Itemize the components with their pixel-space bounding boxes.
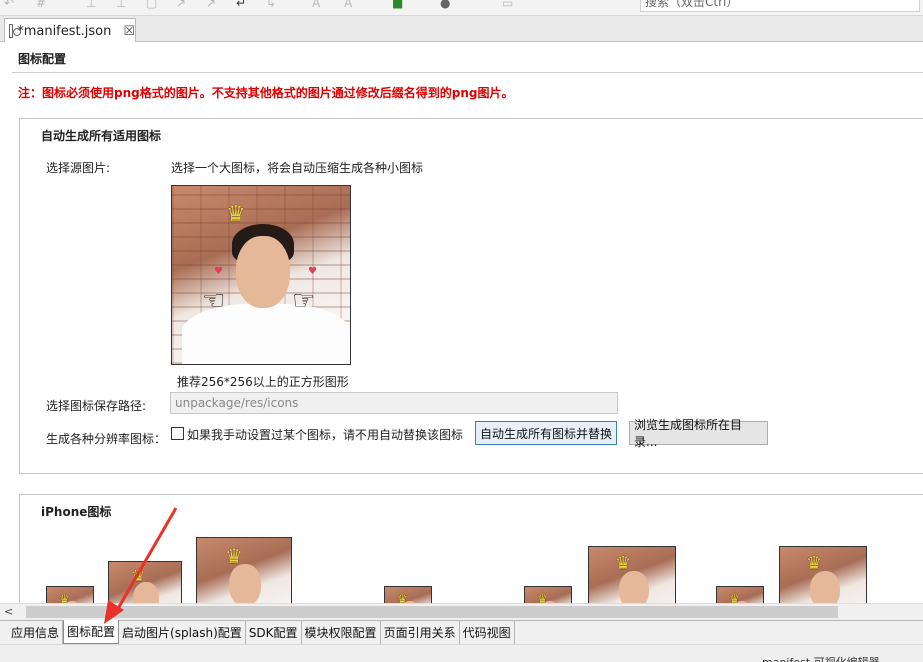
photo-face <box>619 571 649 604</box>
crown-sticker-icon: ♛ <box>806 553 823 574</box>
arrow-icon[interactable]: ↗ <box>176 0 186 10</box>
tab-code-view[interactable]: 代码视图 <box>460 621 515 644</box>
auto-generate-button[interactable]: 自动生成所有图标并替换 <box>475 421 617 445</box>
format-warning: 注：图标必须使用png格式的图片。不支持其他格式的图片通过修改后缀名得到的png… <box>18 86 514 100</box>
resolution-label: 生成各种分辨率图标： <box>46 432 167 446</box>
editor-tab-bar: *manifest.json ☒ <box>0 16 923 43</box>
export-icon[interactable]: ↳ <box>266 0 276 10</box>
crown-sticker-icon: ♛ <box>615 553 632 574</box>
import-icon[interactable]: ↵ <box>236 0 246 10</box>
comment-icon[interactable]: # <box>36 0 46 10</box>
tab-module-permissions[interactable]: 模块权限配置 <box>302 621 381 644</box>
tab-icon-config[interactable]: 图标配置 <box>63 620 120 644</box>
crown-sticker-icon: ♛ <box>225 544 243 568</box>
iphone-icon-thumb[interactable]: ♛ <box>384 586 432 604</box>
hand-sticker-icon: ☞ <box>292 286 316 316</box>
auto-generate-group: 自动生成所有适用图标 选择源图片: 选择一个大图标，将会自动压缩生成各种小图标 … <box>19 118 923 474</box>
source-image-label: 选择源图片: <box>46 161 111 175</box>
iphone-icon-thumb[interactable]: ♛ <box>46 586 94 604</box>
crown-sticker-icon: ♛ <box>226 202 246 227</box>
tab-page-references[interactable]: 页面引用关系 <box>381 621 460 644</box>
heart-sticker-icon: ♥ <box>308 266 317 277</box>
page-tab-bar: 应用信息 图标配置 启动图片(splash)配置 SDK配置 模块权限配置 页面… <box>0 620 923 644</box>
editor-tab-manifest[interactable]: *manifest.json ☒ <box>4 18 136 43</box>
photo-face <box>229 564 261 604</box>
iphone-icon-thumb[interactable]: ♛ <box>779 546 867 604</box>
photo-face <box>236 236 290 308</box>
tab-sdk-config[interactable]: SDK配置 <box>246 621 302 644</box>
settings-icon[interactable]: ● <box>440 0 450 10</box>
tab-app-info[interactable]: 应用信息 <box>8 621 64 644</box>
image-size-caption: 推荐256*256以上的正方形图形 <box>177 375 349 389</box>
save-path-input[interactable]: unpackage/res/icons <box>170 392 618 414</box>
iphone-icon-thumb[interactable]: ♛ <box>524 586 572 604</box>
preview-icon[interactable]: ▭ <box>502 0 513 10</box>
page-title: 图标配置 <box>18 52 67 66</box>
close-icon[interactable]: ☒ <box>123 24 135 39</box>
iphone-icon-thumb[interactable]: ♛ <box>716 586 764 604</box>
iphone-icon-thumb[interactable]: ♛ <box>108 561 182 604</box>
iphone-icon-thumb[interactable]: ♛ <box>196 537 292 604</box>
save-path-label: 选择图标保存路径: <box>46 399 147 413</box>
manifest-editor: 图标配置 注：图标必须使用png格式的图片。不支持其他格式的图片通过修改后缀名得… <box>0 42 923 604</box>
keep-manual-icons-label: 如果我手动设置过某个图标，请不用自动替换该图标 <box>187 428 464 442</box>
scroll-left-icon[interactable]: < <box>4 605 13 618</box>
source-image-preview[interactable]: ♛ ♥ ♥ ☜ ☞ <box>171 185 351 365</box>
editor-tab-title: *manifest.json <box>17 23 112 39</box>
font-decrease-icon[interactable]: A <box>344 0 352 10</box>
search-input[interactable]: 搜索（双击Ctrl） <box>640 0 920 12</box>
scrollbar-thumb[interactable] <box>26 606 838 618</box>
copy-icon[interactable]: ▢ <box>146 0 157 10</box>
tab-splash-config[interactable]: 启动图片(splash)配置 <box>119 621 246 644</box>
json-file-icon <box>9 24 22 38</box>
horizontal-scrollbar[interactable]: < <box>0 603 923 620</box>
format-icon[interactable]: ⊥ <box>86 0 96 10</box>
font-increase-icon[interactable]: A <box>312 0 320 10</box>
divider <box>12 72 923 73</box>
heart-sticker-icon: ♥ <box>214 266 223 277</box>
photo-face <box>810 571 840 604</box>
jump-icon[interactable]: ↗ <box>206 0 216 10</box>
iphone-icons-title: iPhone图标 <box>41 505 112 519</box>
keep-manual-icons-checkbox[interactable] <box>171 427 184 440</box>
auto-generate-title: 自动生成所有适用图标 <box>41 129 162 143</box>
hand-sticker-icon: ☜ <box>202 286 226 316</box>
run-icon[interactable]: ■ <box>392 0 403 10</box>
status-bar: manifest 可视化编辑器 <box>0 644 923 662</box>
source-image-hint: 选择一个大图标，将会自动压缩生成各种小图标 <box>171 161 424 175</box>
status-text: manifest 可视化编辑器 <box>762 654 880 662</box>
bookmark-icon[interactable]: ⊥ <box>116 0 126 10</box>
iphone-icon-thumb[interactable]: ♛ <box>588 546 676 604</box>
browse-icons-button[interactable]: 浏览生成图标所在目录... <box>629 418 768 449</box>
back-icon[interactable]: ↶ <box>4 0 14 10</box>
photo-face <box>133 582 159 604</box>
main-toolbar: ↶ # ⊥ ⊥ ▢ ↗ ↗ ↵ ↳ A A ■ ● ▭ 搜索（双击Ctrl） <box>0 0 923 16</box>
